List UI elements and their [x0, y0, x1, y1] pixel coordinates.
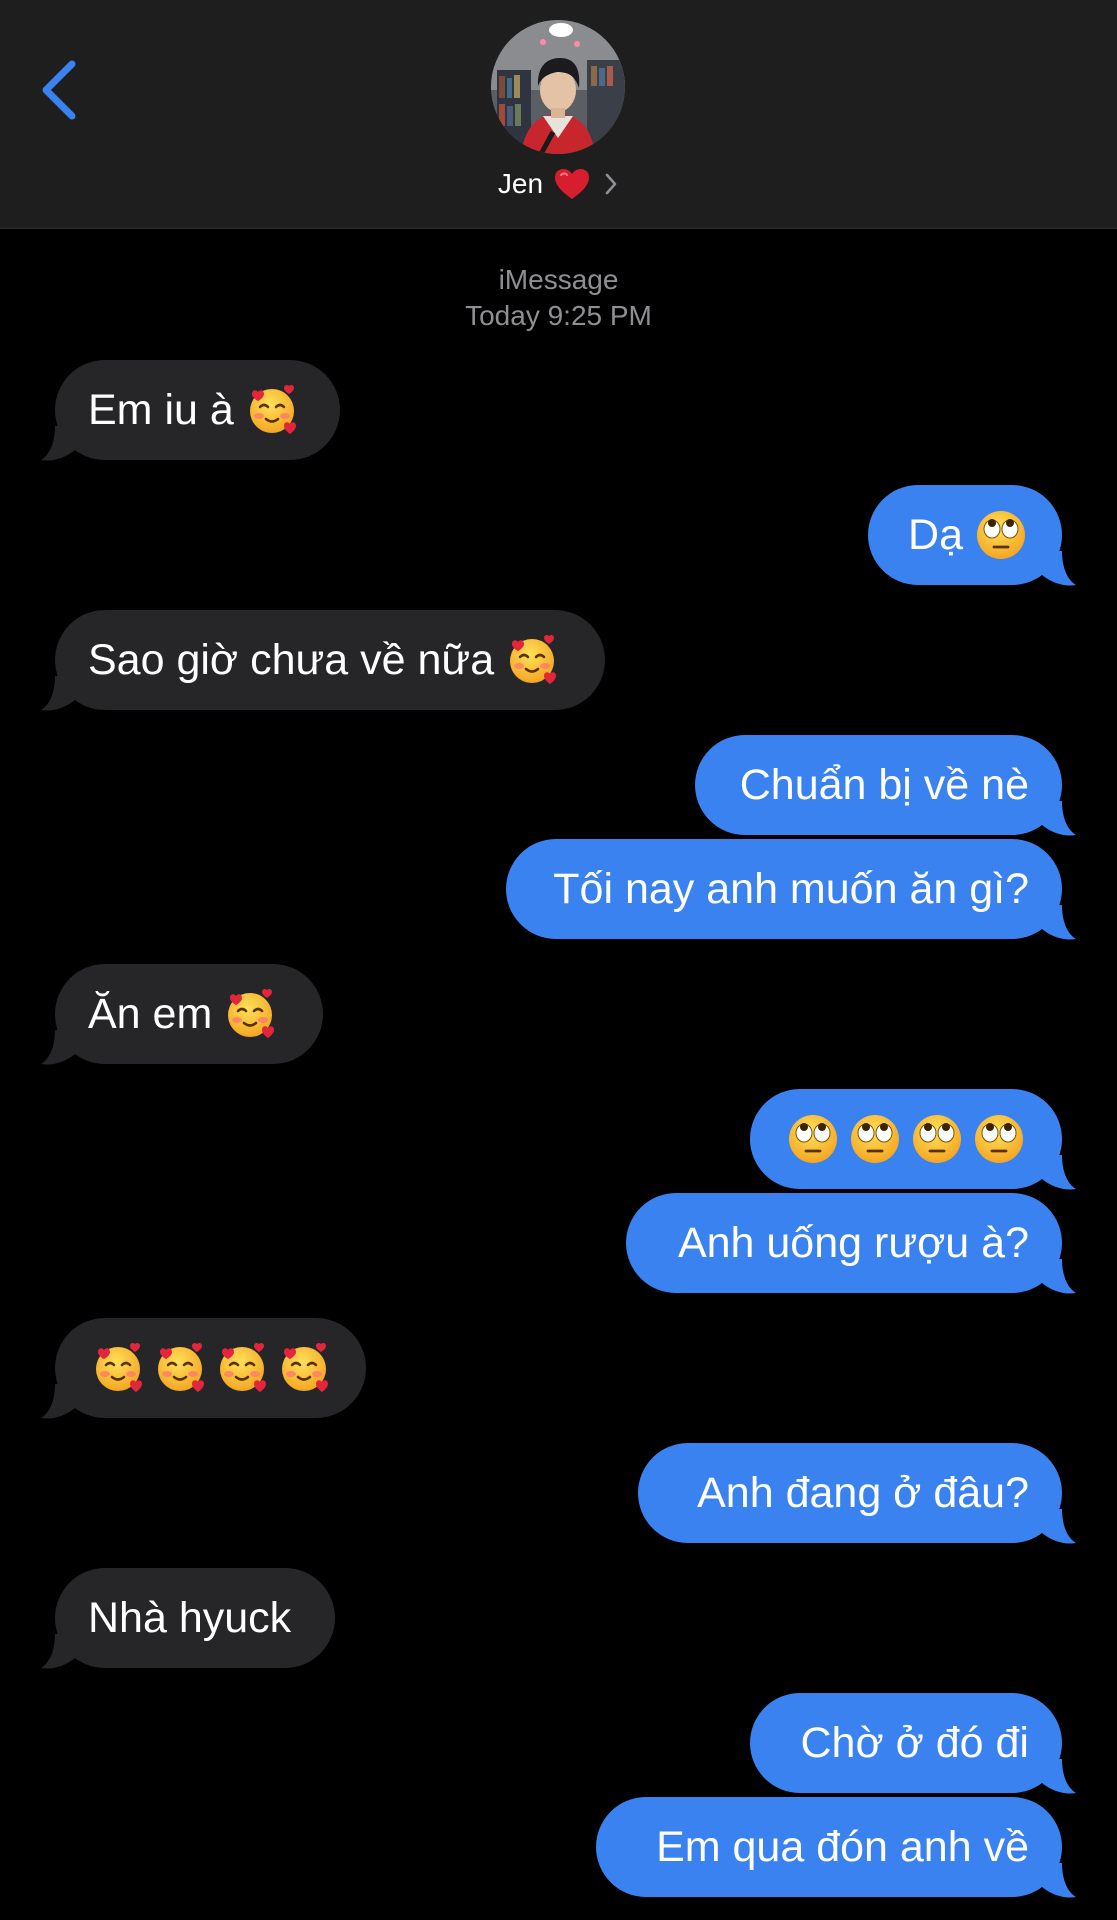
bubble-tail: [1042, 801, 1076, 836]
message-bubble-outgoing[interactable]: Dạ: [868, 485, 1076, 586]
message-bubble-incoming[interactable]: [41, 1318, 366, 1419]
message-text: Em qua đón anh về: [656, 1822, 1029, 1871]
face-with-rolling-eyes-icon: [909, 1111, 965, 1167]
face-with-rolling-eyes-icon: [785, 1111, 841, 1167]
message-text: Tối nay anh muốn ăn gì?: [553, 864, 1029, 913]
timestamp-label: Today 9:25 PM: [465, 300, 652, 331]
bubble-tail: [41, 676, 75, 711]
bubble-tail: [41, 1030, 75, 1065]
contact-avatar[interactable]: [491, 20, 625, 154]
smiling-face-with-hearts-icon: [222, 986, 278, 1042]
message-bubble-outgoing[interactable]: Chuẩn bị về nè: [695, 735, 1076, 836]
face-with-rolling-eyes-icon: [971, 1111, 1027, 1167]
back-button[interactable]: [36, 56, 86, 124]
red-heart-icon: [555, 169, 590, 199]
bubble-tail: [1042, 1759, 1076, 1794]
message-bubble-outgoing[interactable]: [750, 1089, 1076, 1190]
bubble-tail: [1042, 1863, 1076, 1898]
smiling-face-with-hearts-icon: [90, 1340, 146, 1396]
chevron-right-icon: [605, 173, 617, 195]
message-bubble-incoming[interactable]: Sao giờ chưa về nữa: [41, 610, 605, 711]
smiling-face-with-hearts-icon: [504, 632, 560, 688]
bubble-tail: [41, 1634, 75, 1669]
face-with-rolling-eyes-icon: [973, 507, 1029, 563]
contact-name-row[interactable]: Jen: [0, 162, 1117, 206]
message-bubble-outgoing[interactable]: Tối nay anh muốn ăn gì?: [506, 839, 1076, 940]
bubble-tail: [1042, 1155, 1076, 1190]
messages-screen: Jen iMessage Today 9:25 PM Em iu à Dạ Sa…: [0, 0, 1117, 1920]
face-with-rolling-eyes-icon: [847, 1111, 903, 1167]
message-bubble-outgoing[interactable]: Chờ ở đó đi: [750, 1693, 1076, 1794]
conversation-header: Jen: [0, 0, 1117, 229]
message-text: Sao giờ chưa về nữa: [88, 635, 495, 684]
bubble-tail: [1042, 905, 1076, 940]
message-bubble-incoming[interactable]: Em iu à: [41, 360, 340, 461]
message-bubble-incoming[interactable]: Ăn em: [41, 964, 323, 1065]
bubble-tail: [41, 426, 75, 461]
avatar-photo: [491, 20, 625, 154]
message-text: Ăn em: [88, 989, 213, 1038]
bubble-tail: [41, 1384, 75, 1419]
service-label: iMessage: [498, 264, 619, 295]
message-text: Em iu à: [88, 385, 234, 434]
chevron-left-icon: [42, 60, 76, 120]
message-text: Anh uống rượu à?: [677, 1218, 1029, 1267]
smiling-face-with-hearts-icon: [214, 1340, 270, 1396]
bubble-tail: [1042, 1259, 1076, 1294]
message-bubble-outgoing[interactable]: Anh đang ở đâu?: [638, 1443, 1076, 1544]
message-text: Anh đang ở đâu?: [697, 1468, 1029, 1517]
message-bubble-outgoing[interactable]: Anh uống rượu à?: [626, 1193, 1076, 1294]
message-text: Chuẩn bị về nè: [739, 760, 1029, 809]
smiling-face-with-hearts-icon: [244, 382, 300, 438]
smiling-face-with-hearts-icon: [276, 1340, 332, 1396]
message-text: Chờ ở đó đi: [800, 1718, 1029, 1767]
smiling-face-with-hearts-icon: [152, 1340, 208, 1396]
message-bubble-incoming[interactable]: Nhà hyuck: [41, 1568, 335, 1669]
contact-name: Jen: [497, 168, 544, 199]
message-text: Dạ: [908, 510, 963, 559]
bubble-tail: [1042, 1509, 1076, 1544]
bubble-tail: [1042, 551, 1076, 586]
message-bubble-outgoing[interactable]: Em qua đón anh về: [596, 1797, 1076, 1898]
message-text: Nhà hyuck: [88, 1593, 292, 1642]
